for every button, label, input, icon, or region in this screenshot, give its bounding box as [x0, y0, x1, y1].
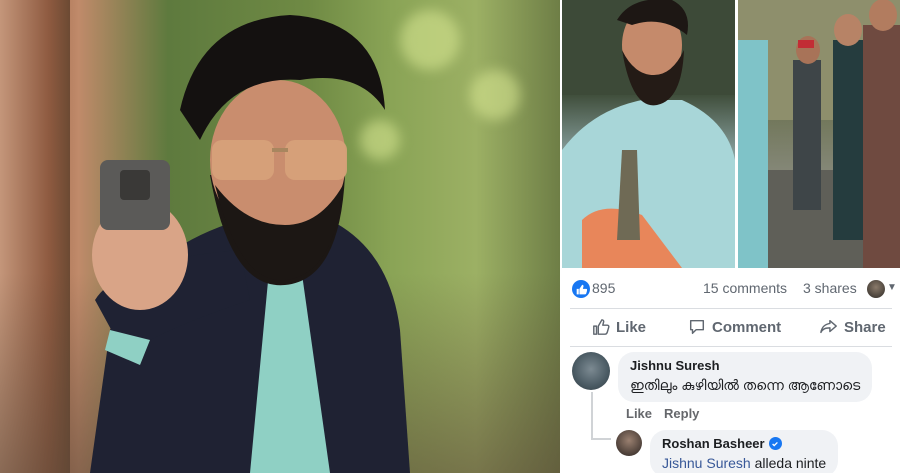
comment-reply-link[interactable]: Reply: [664, 406, 699, 421]
like-reaction-icon[interactable]: [572, 280, 590, 298]
comment-button[interactable]: Comment: [688, 318, 781, 336]
shares-count[interactable]: 3 shares: [803, 280, 857, 296]
reply-item: Roshan Basheer Jishnu Suresh alleda nint…: [616, 430, 839, 473]
comments-count[interactable]: 15 comments: [703, 280, 787, 296]
like-button[interactable]: Like: [592, 318, 646, 336]
divider: [570, 346, 892, 347]
dropdown-caret-icon[interactable]: ▼: [887, 282, 897, 293]
selfie-photo[interactable]: [562, 0, 735, 268]
share-button-label: Share: [844, 318, 886, 336]
crowd-illustration: [738, 0, 900, 268]
share-icon: [820, 319, 837, 334]
comment-icon: [689, 319, 705, 335]
comment-actions: Like Reply: [626, 406, 711, 421]
comment-button-label: Comment: [712, 318, 782, 336]
main-photo: [0, 0, 560, 473]
comment-like-link[interactable]: Like: [626, 406, 652, 421]
avatar[interactable]: [616, 430, 642, 456]
comment-item: Jishnu Suresh ഇതിലും കുഴിയിൽ തന്നെ ആണോടെ: [572, 352, 873, 402]
comment-bubble: Jishnu Suresh ഇതിലും കുഴിയിൽ തന്നെ ആണോടെ: [618, 352, 873, 402]
likes-count[interactable]: 895: [592, 280, 615, 296]
verified-badge-icon: [768, 437, 782, 450]
comment-author[interactable]: Jishnu Suresh: [630, 358, 860, 373]
comment-author[interactable]: Roshan Basheer: [662, 436, 765, 451]
comment-bubble: Roshan Basheer Jishnu Suresh alleda nint…: [650, 430, 839, 473]
man-with-gun-illustration: [90, 15, 410, 473]
thread-line: [591, 438, 611, 440]
thumbs-up-icon: [593, 319, 610, 335]
thread-line: [591, 392, 593, 440]
post-stats-row: 895 15 comments 3 shares ▼: [562, 268, 900, 308]
share-button[interactable]: Share: [820, 318, 886, 336]
comment-text: alleda ninte: [754, 455, 827, 471]
mention-link[interactable]: Jishnu Suresh: [662, 455, 751, 471]
post-actions-row: Like Comment Share: [562, 310, 900, 346]
like-button-label: Like: [616, 318, 647, 336]
comment-text: ഇതിലും കുഴിയിൽ തന്നെ ആണോടെ: [630, 377, 861, 393]
avatar[interactable]: [572, 352, 610, 390]
comment-text-row: Jishnu Suresh alleda ninte: [662, 455, 826, 471]
comment-author-row: Roshan Basheer: [662, 436, 826, 451]
avatar[interactable]: [867, 280, 885, 298]
crowd-photo[interactable]: [738, 0, 900, 268]
selfie-illustration: [562, 0, 735, 268]
divider: [570, 308, 892, 309]
facebook-post-panel: 895 15 comments 3 shares ▼ Like Comment …: [562, 268, 900, 473]
